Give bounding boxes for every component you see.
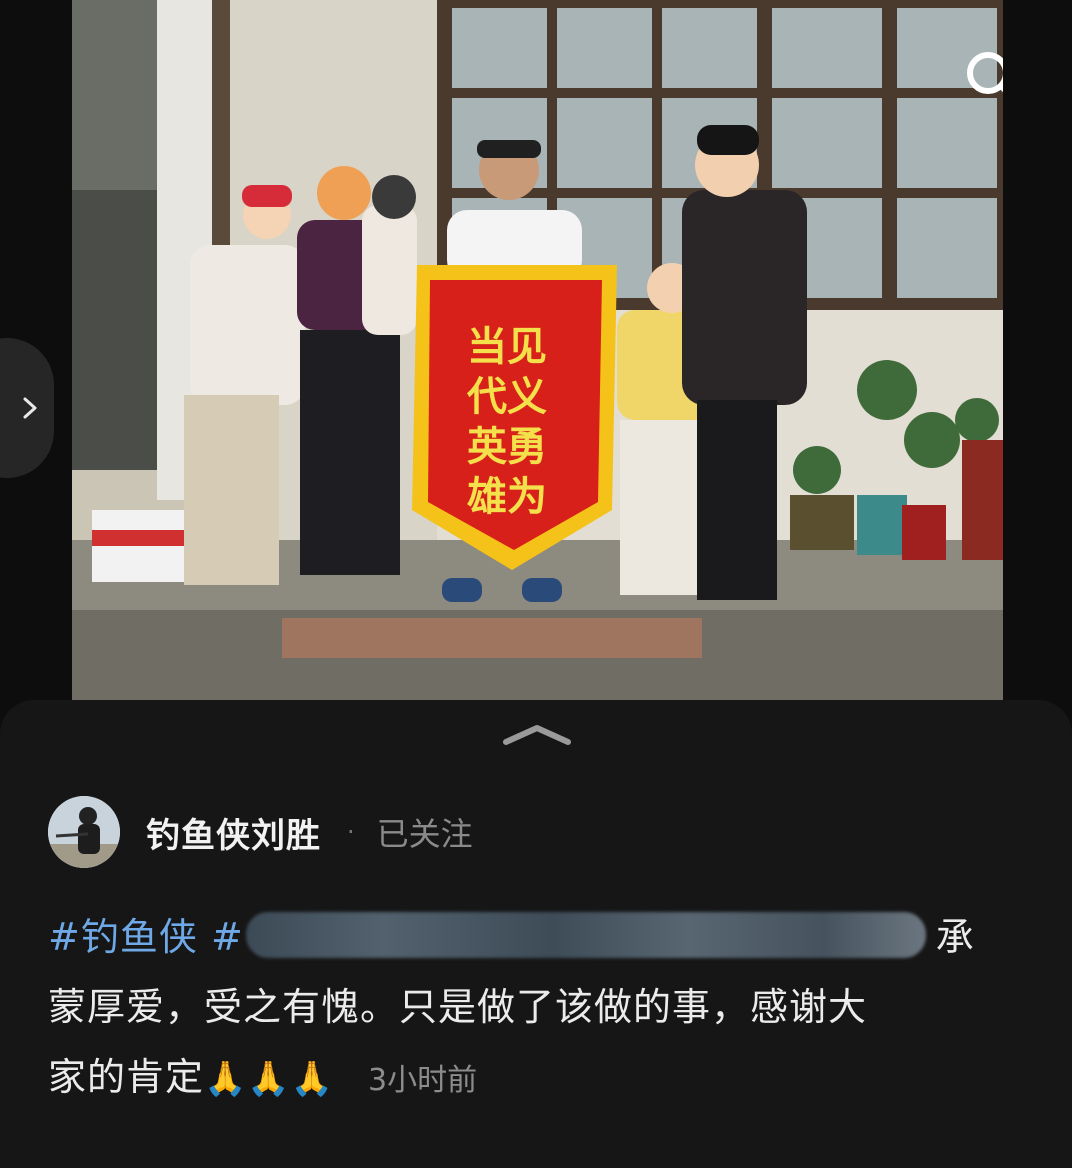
- follow-status-button[interactable]: 已关注: [377, 809, 473, 855]
- photo-illustration: 当见 代义 英勇 雄为: [72, 0, 1003, 700]
- avatar[interactable]: [48, 796, 120, 868]
- hashtag-link[interactable]: #钓鱼侠: [48, 915, 198, 959]
- sheet-handle[interactable]: [500, 722, 574, 748]
- banner-text-2: 代义: [466, 374, 547, 420]
- separator-dot: ·: [347, 818, 355, 846]
- author-name[interactable]: 钓鱼侠刘胜: [146, 808, 321, 857]
- post-detail-sheet: 钓鱼侠刘胜 · 已关注 #钓鱼侠 # 承 蒙厚爱，受之有愧。只是做了该做的事，感谢…: [0, 700, 1072, 1168]
- caption-text-1: 承: [935, 915, 975, 959]
- caption-text-3: 家的肯定: [48, 1055, 205, 1099]
- caption-line-1: #钓鱼侠 # 承: [48, 902, 1008, 972]
- blurred-text: [245, 912, 926, 958]
- search-button[interactable]: [955, 40, 1003, 116]
- post-caption: #钓鱼侠 # 承 蒙厚爱，受之有愧。只是做了该做的事，感谢大 家的肯定🙏🙏🙏 3小时…: [48, 902, 1008, 1116]
- caption-line-3: 家的肯定🙏🙏🙏 3小时前: [48, 1042, 1008, 1116]
- banner-text-1: 当见: [467, 324, 547, 370]
- banner-text-3: 英勇: [467, 424, 547, 470]
- chevron-up-icon: [503, 725, 571, 745]
- author-row: 钓鱼侠刘胜 · 已关注: [48, 796, 473, 868]
- post-photo[interactable]: 当见 代义 英勇 雄为: [72, 0, 1003, 700]
- hashtag-link-2[interactable]: #: [211, 915, 244, 959]
- search-icon: [967, 52, 1003, 94]
- chevron-right-icon: [23, 397, 37, 419]
- pray-emoji: 🙏🙏🙏: [204, 1059, 335, 1099]
- post-timestamp: 3小时前: [368, 1063, 478, 1098]
- caption-line-2: 蒙厚爱，受之有愧。只是做了该做的事，感谢大: [48, 985, 868, 1029]
- avatar-image: [48, 796, 120, 868]
- side-drawer-tab[interactable]: [0, 338, 54, 478]
- banner-text-4: 雄为: [467, 474, 547, 520]
